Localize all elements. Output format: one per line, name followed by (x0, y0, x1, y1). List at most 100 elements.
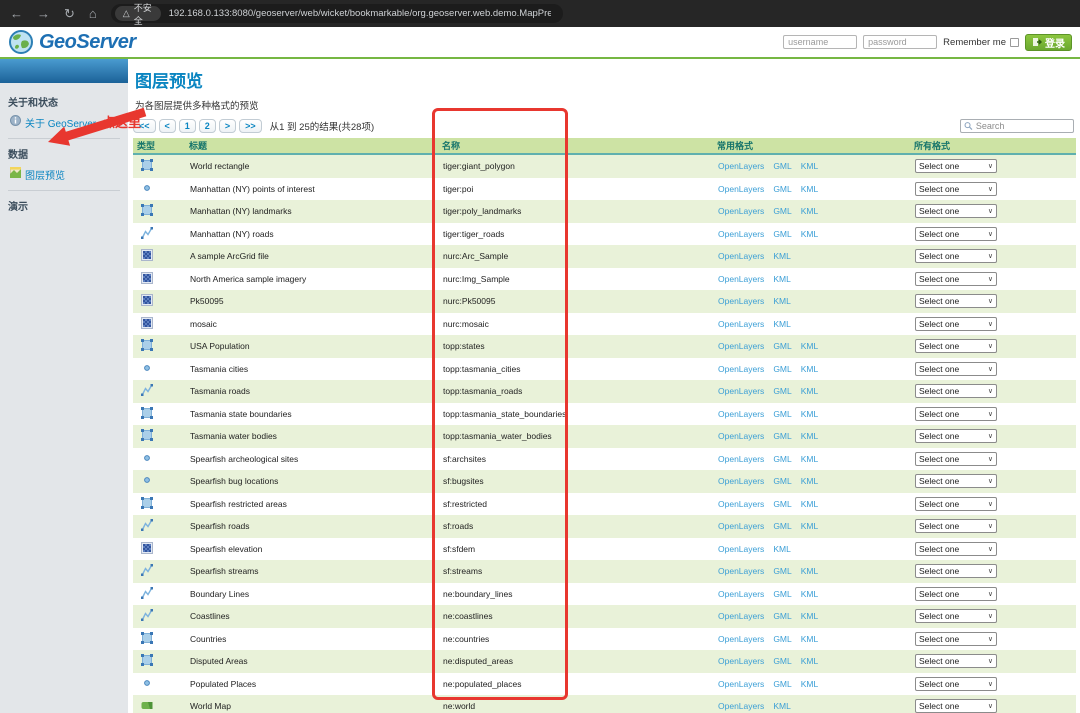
format-link-kml[interactable]: KML (801, 341, 818, 351)
back-icon[interactable]: ← (10, 7, 23, 20)
prev-page-button[interactable]: < (158, 119, 176, 133)
format-link-openlayers[interactable]: OpenLayers (718, 589, 764, 599)
all-formats-select[interactable]: Select one ∨ (915, 204, 997, 219)
all-formats-select[interactable]: Select one ∨ (915, 541, 997, 556)
forward-icon[interactable]: → (37, 7, 50, 20)
all-formats-select[interactable]: Select one ∨ (915, 654, 997, 669)
all-formats-select[interactable]: Select one ∨ (915, 406, 997, 421)
format-link-kml[interactable]: KML (801, 229, 818, 239)
all-formats-select[interactable]: Select one ∨ (915, 316, 997, 331)
format-link-kml[interactable]: KML (801, 386, 818, 396)
remember-me-checkbox[interactable] (1010, 37, 1019, 47)
format-link-gml[interactable]: GML (773, 679, 791, 689)
format-link-openlayers[interactable]: OpenLayers (718, 701, 764, 711)
next-page-button[interactable]: > (218, 119, 237, 133)
format-link-gml[interactable]: GML (773, 476, 791, 486)
format-link-gml[interactable]: GML (773, 634, 791, 644)
all-formats-select[interactable]: Select one ∨ (915, 519, 997, 534)
format-link-gml[interactable]: GML (773, 656, 791, 666)
format-link-openlayers[interactable]: OpenLayers (718, 476, 764, 486)
format-link-kml[interactable]: KML (801, 679, 818, 689)
format-link-kml[interactable]: KML (801, 634, 818, 644)
all-formats-select[interactable]: Select one ∨ (915, 564, 997, 579)
all-formats-select[interactable]: Select one ∨ (915, 226, 997, 241)
format-link-openlayers[interactable]: OpenLayers (718, 319, 764, 329)
format-link-gml[interactable]: GML (773, 611, 791, 621)
home-icon[interactable]: ⌂ (89, 7, 97, 20)
format-link-gml[interactable]: GML (773, 454, 791, 464)
all-formats-select[interactable]: Select one ∨ (915, 676, 997, 691)
format-link-gml[interactable]: GML (773, 341, 791, 351)
format-link-openlayers[interactable]: OpenLayers (718, 566, 764, 576)
format-link-gml[interactable]: GML (773, 589, 791, 599)
format-link-openlayers[interactable]: OpenLayers (718, 296, 764, 306)
format-link-kml[interactable]: KML (773, 251, 790, 261)
all-formats-select[interactable]: Select one ∨ (915, 609, 997, 624)
all-formats-select[interactable]: Select one ∨ (915, 474, 997, 489)
all-formats-select[interactable]: Select one ∨ (915, 249, 997, 264)
all-formats-select[interactable]: Select one ∨ (915, 384, 997, 399)
format-link-kml[interactable]: KML (801, 566, 818, 576)
page-button-1[interactable]: 1 (178, 119, 196, 133)
search-box[interactable] (960, 119, 1074, 133)
all-formats-select[interactable]: Select one ∨ (915, 361, 997, 376)
format-link-kml[interactable]: KML (801, 611, 818, 621)
all-formats-select[interactable]: Select one ∨ (915, 159, 997, 174)
format-link-kml[interactable]: KML (773, 296, 790, 306)
all-formats-select[interactable]: Select one ∨ (915, 271, 997, 286)
format-link-gml[interactable]: GML (773, 521, 791, 531)
format-link-gml[interactable]: GML (773, 184, 791, 194)
format-link-openlayers[interactable]: OpenLayers (718, 454, 764, 464)
format-link-gml[interactable]: GML (773, 364, 791, 374)
login-button[interactable]: 登录 (1025, 33, 1072, 51)
format-link-gml[interactable]: GML (773, 386, 791, 396)
format-link-openlayers[interactable]: OpenLayers (718, 274, 764, 284)
format-link-openlayers[interactable]: OpenLayers (718, 634, 764, 644)
password-field[interactable] (863, 35, 938, 49)
format-link-gml[interactable]: GML (773, 566, 791, 576)
geoserver-logo[interactable]: GeoServer (8, 29, 136, 55)
format-link-openlayers[interactable]: OpenLayers (718, 431, 764, 441)
format-link-kml[interactable]: KML (801, 454, 818, 464)
format-link-kml[interactable]: KML (773, 274, 790, 284)
format-link-openlayers[interactable]: OpenLayers (718, 679, 764, 689)
format-link-openlayers[interactable]: OpenLayers (718, 544, 764, 554)
format-link-gml[interactable]: GML (773, 431, 791, 441)
column-header-0[interactable]: 类型 (133, 139, 185, 152)
format-link-openlayers[interactable]: OpenLayers (718, 341, 764, 351)
all-formats-select[interactable]: Select one ∨ (915, 631, 997, 646)
all-formats-select[interactable]: Select one ∨ (915, 586, 997, 601)
format-link-kml[interactable]: KML (801, 499, 818, 509)
format-link-openlayers[interactable]: OpenLayers (718, 184, 764, 194)
format-link-gml[interactable]: GML (773, 409, 791, 419)
format-link-openlayers[interactable]: OpenLayers (718, 656, 764, 666)
format-link-kml[interactable]: KML (801, 521, 818, 531)
reload-icon[interactable]: ↻ (64, 7, 75, 20)
column-header-3[interactable]: 常用格式 (713, 139, 910, 152)
all-formats-select[interactable]: Select one ∨ (915, 429, 997, 444)
format-link-openlayers[interactable]: OpenLayers (718, 251, 764, 261)
search-input[interactable] (975, 121, 1070, 131)
format-link-kml[interactable]: KML (773, 701, 790, 711)
all-formats-select[interactable]: Select one ∨ (915, 294, 997, 309)
format-link-kml[interactable]: KML (801, 589, 818, 599)
format-link-kml[interactable]: KML (801, 476, 818, 486)
address-bar[interactable]: △ 不安全 192.168.0.133:8080/geoserver/web/w… (110, 3, 563, 26)
format-link-openlayers[interactable]: OpenLayers (718, 611, 764, 621)
format-link-openlayers[interactable]: OpenLayers (718, 229, 764, 239)
format-link-kml[interactable]: KML (801, 206, 818, 216)
page-button-2[interactable]: 2 (198, 119, 216, 133)
column-header-2[interactable]: 名称 (438, 139, 713, 152)
format-link-gml[interactable]: GML (773, 206, 791, 216)
all-formats-select[interactable]: Select one ∨ (915, 699, 997, 713)
sidebar-item-图层预览[interactable]: 图层预览 (9, 165, 120, 183)
format-link-kml[interactable]: KML (773, 319, 790, 329)
format-link-openlayers[interactable]: OpenLayers (718, 206, 764, 216)
all-formats-select[interactable]: Select one ∨ (915, 451, 997, 466)
security-chip[interactable]: △ 不安全 (114, 3, 161, 26)
format-link-openlayers[interactable]: OpenLayers (718, 499, 764, 509)
format-link-gml[interactable]: GML (773, 229, 791, 239)
format-link-kml[interactable]: KML (801, 364, 818, 374)
format-link-kml[interactable]: KML (801, 184, 818, 194)
format-link-gml[interactable]: GML (773, 499, 791, 509)
